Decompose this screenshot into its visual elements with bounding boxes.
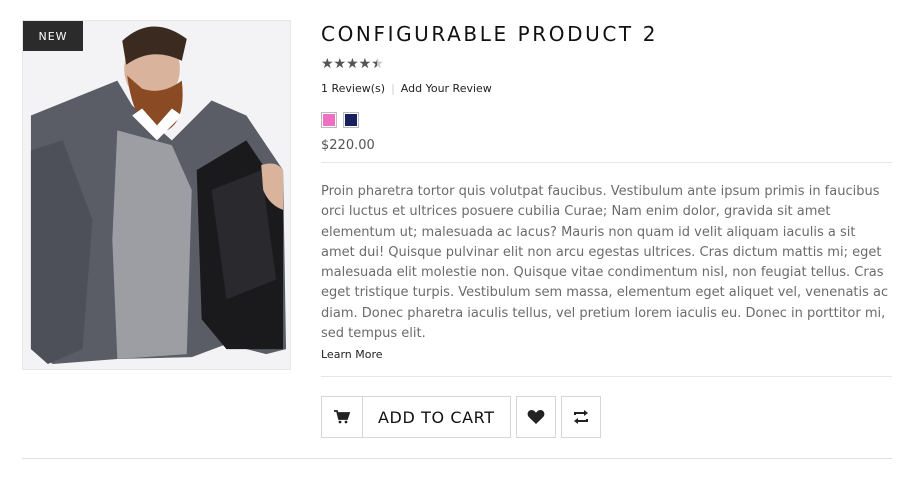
product-actions: ADD TO CART xyxy=(321,396,601,438)
reviews-count-link[interactable]: 1 Review(s) xyxy=(321,82,385,95)
stars-filled: ★★★★★ xyxy=(321,57,377,71)
new-badge: NEW xyxy=(23,21,83,51)
review-separator: | xyxy=(391,82,395,95)
add-review-link[interactable]: Add Your Review xyxy=(401,82,492,95)
swatch-navy[interactable] xyxy=(343,112,359,128)
product-info: CONFIGURABLE PRODUCT 2 ★★★★★ ★★★★★ 1 Rev… xyxy=(321,20,892,378)
compare-icon xyxy=(573,410,588,424)
section-divider xyxy=(22,458,892,459)
divider xyxy=(321,376,892,378)
swatch-pink[interactable] xyxy=(321,112,337,128)
add-to-cart-button[interactable]: ADD TO CART xyxy=(321,396,511,438)
divider xyxy=(321,162,892,163)
cart-icon xyxy=(322,397,363,437)
product-price: $220.00 xyxy=(321,138,375,153)
heart-icon xyxy=(527,410,544,424)
color-swatches xyxy=(321,112,892,128)
wishlist-button[interactable] xyxy=(515,396,556,438)
review-links: 1 Review(s) | Add Your Review xyxy=(321,82,892,96)
add-to-cart-label: ADD TO CART xyxy=(378,407,495,427)
product-photo xyxy=(23,21,290,369)
swatch-navy-color xyxy=(345,114,357,126)
learn-more-link[interactable]: Learn More xyxy=(321,348,892,362)
rating-stars: ★★★★★ ★★★★★ xyxy=(321,57,391,71)
product-image[interactable]: NEW xyxy=(22,20,291,370)
product-title: CONFIGURABLE PRODUCT 2 xyxy=(321,22,659,46)
swatch-pink-color xyxy=(323,114,335,126)
compare-button[interactable] xyxy=(560,396,601,438)
product-description: Proin pharetra tortor quis volutpat fauc… xyxy=(321,184,889,342)
